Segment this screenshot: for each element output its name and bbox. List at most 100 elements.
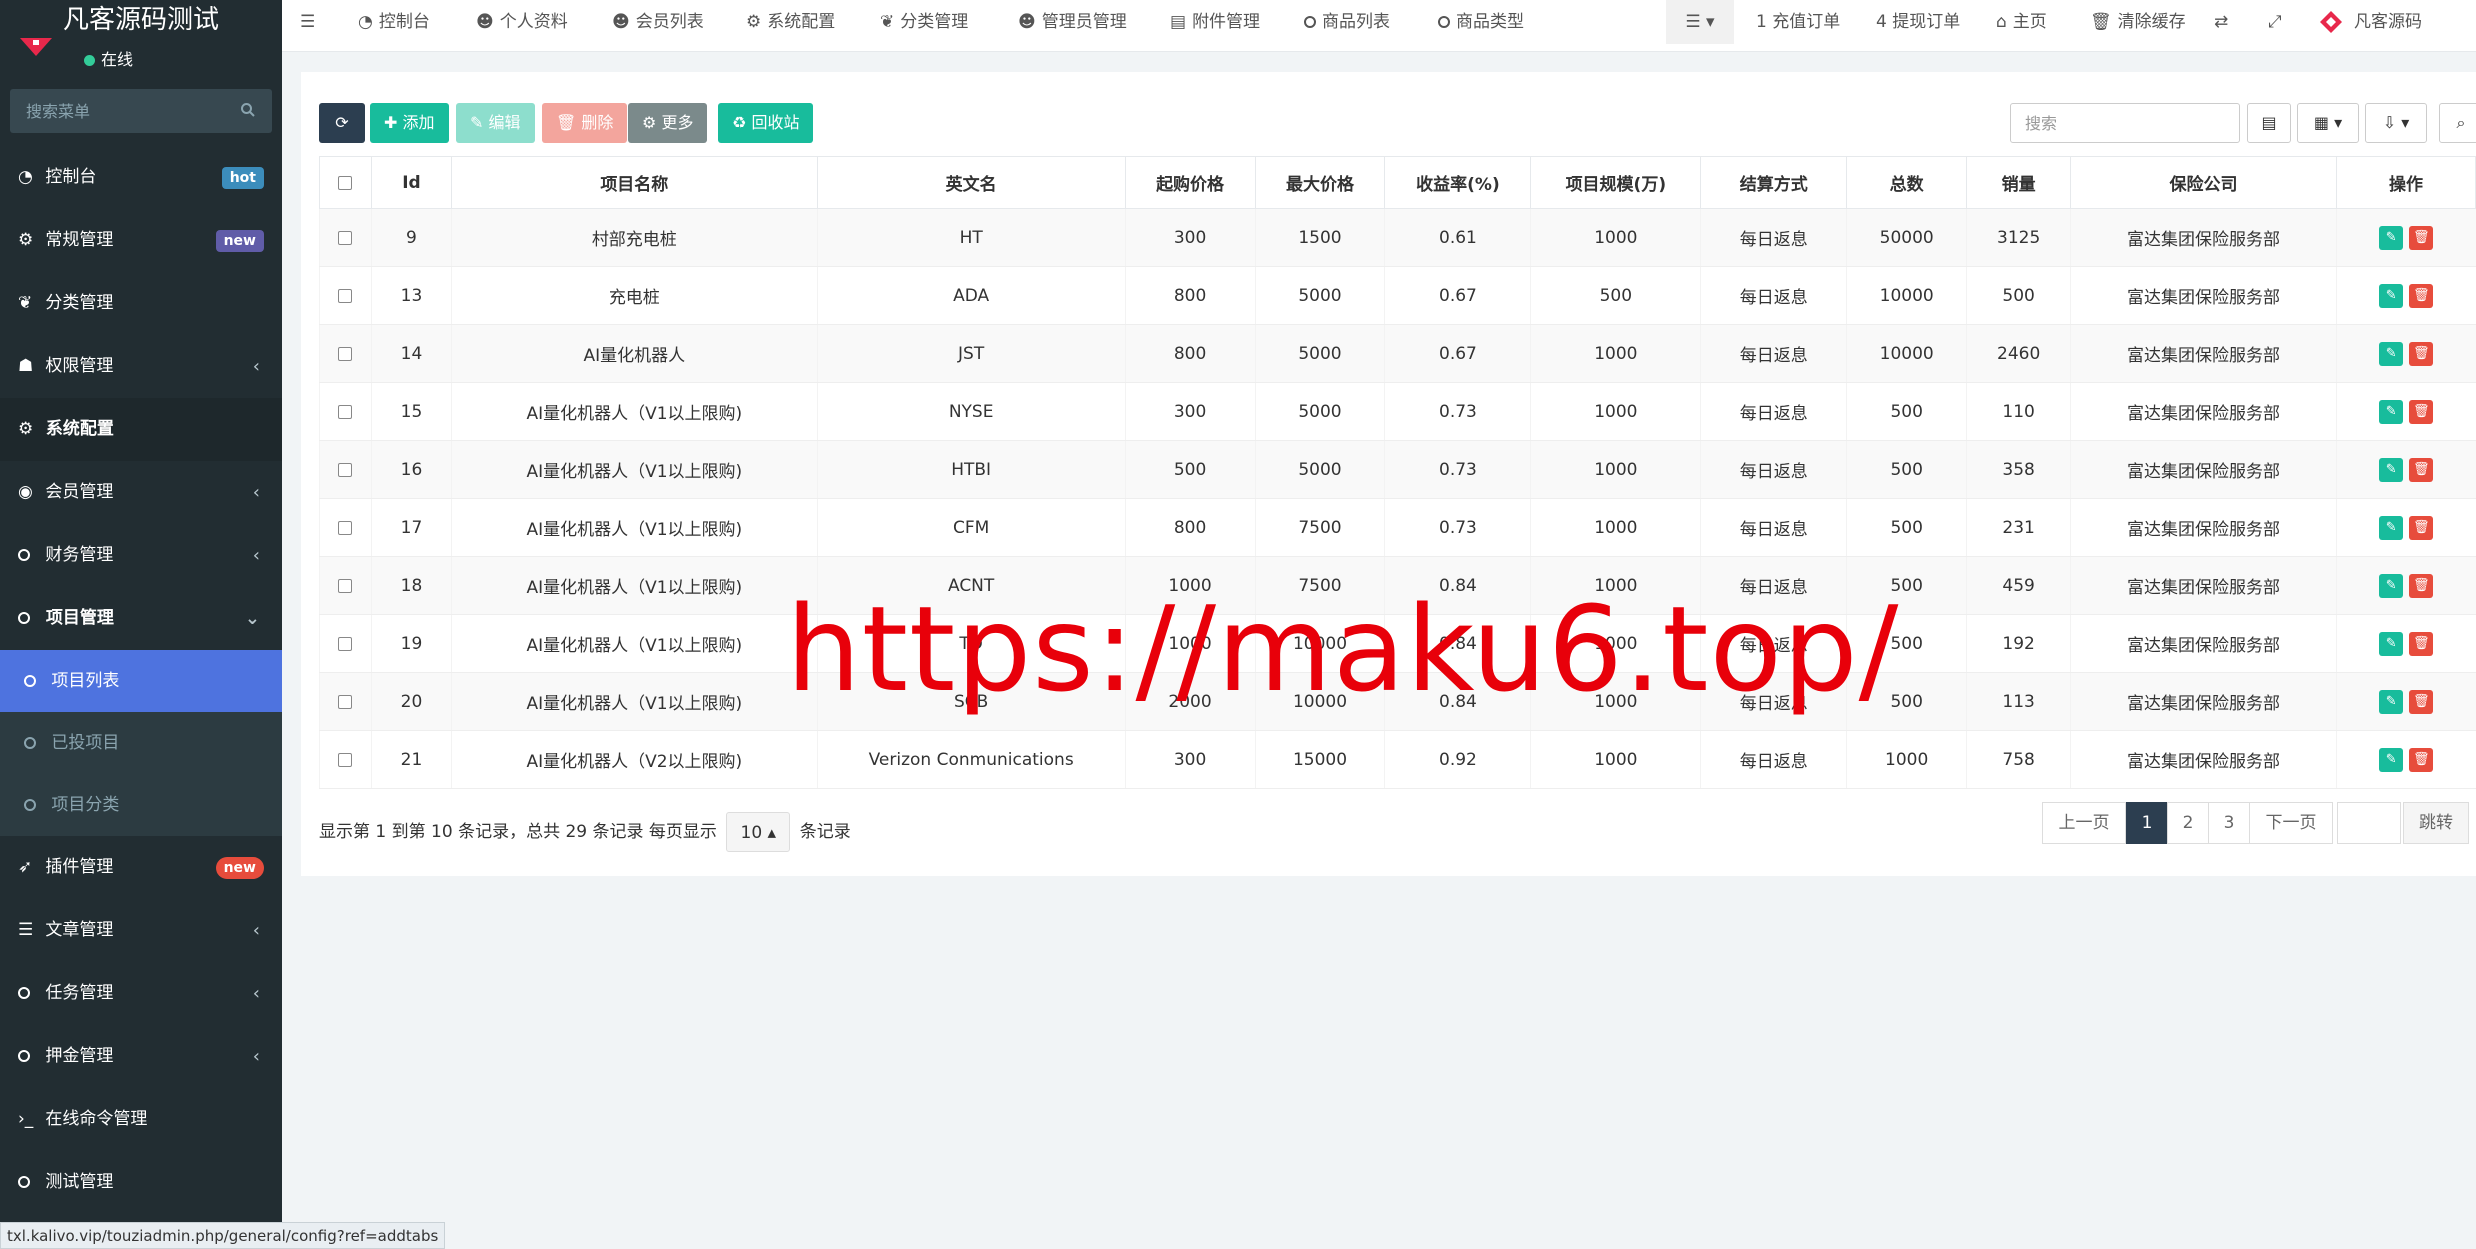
header-id[interactable]: Id — [370, 156, 452, 209]
recycle-bin-button[interactable]: ♻ 回收站 — [718, 103, 814, 143]
tabs-menu-dropdown[interactable]: ☰ ▾ — [1666, 0, 1734, 44]
prev-page-button[interactable]: 上一页 — [2042, 802, 2126, 844]
row-checkbox[interactable] — [338, 752, 353, 767]
header-max-price[interactable]: 最大价格 — [1254, 156, 1386, 209]
page-size-dropdown[interactable]: 10 ▴ — [726, 812, 791, 852]
row-edit-button[interactable]: ✎ — [2379, 631, 2404, 656]
row-edit-button[interactable]: ✎ — [2379, 225, 2404, 250]
page-3-button[interactable]: 3 — [2208, 802, 2250, 844]
row-select-cell[interactable] — [319, 266, 372, 325]
sidebar-item-deposit[interactable]: 押金管理 ‹ — [0, 1025, 282, 1088]
tab-system-config[interactable]: ⚙ 系统配置 — [746, 0, 835, 44]
row-delete-button[interactable]: 🗑 — [2409, 457, 2434, 482]
header-min-price[interactable]: 起购价格 — [1124, 156, 1256, 209]
row-edit-button[interactable]: ✎ — [2379, 399, 2404, 424]
language-button[interactable]: ⇄ — [2214, 0, 2228, 44]
row-edit-button[interactable]: ✎ — [2379, 283, 2404, 308]
table-row[interactable]: 15 AI量化机器人（V1以上限购) NYSE 300 5000 0.73 1000 每日返息… — [319, 382, 2476, 441]
select-all-cell[interactable] — [319, 156, 372, 209]
header-sales[interactable]: 销量 — [1966, 156, 2072, 209]
row-select-cell[interactable] — [319, 440, 372, 499]
add-button[interactable]: ✚ 添加 — [370, 103, 449, 143]
export-button[interactable]: ⇩ ▾ — [2365, 103, 2427, 143]
home-link[interactable]: ⌂ 主页 — [1996, 0, 2047, 44]
row-edit-button[interactable]: ✎ — [2379, 457, 2404, 482]
table-row[interactable]: 17 AI量化机器人（V1以上限购) CFM 800 7500 0.73 1000 每日返息 5… — [319, 498, 2476, 557]
delete-button[interactable]: 🗑 删除 — [542, 103, 628, 143]
row-edit-button[interactable]: ✎ — [2379, 747, 2404, 772]
tab-product-type[interactable]: 商品类型 — [1438, 0, 1524, 44]
sidebar-item-config[interactable]: ⚙ 系统配置 — [0, 398, 282, 461]
row-delete-button[interactable]: 🗑 — [2409, 341, 2434, 366]
row-delete-button[interactable]: 🗑 — [2409, 283, 2434, 308]
toggle-view-button[interactable]: ▤ — [2247, 103, 2291, 143]
row-checkbox[interactable] — [338, 288, 353, 303]
header-total[interactable]: 总数 — [1846, 156, 1968, 209]
brand-title[interactable]: 凡客源码测试 — [0, 0, 282, 40]
sidebar-subitem-invested[interactable]: 已投项目 — [0, 712, 282, 774]
row-checkbox[interactable] — [338, 462, 353, 477]
row-select-cell[interactable] — [319, 730, 372, 789]
row-checkbox[interactable] — [338, 520, 353, 535]
search-icon[interactable] — [240, 102, 256, 118]
sidebar-item-articles[interactable]: ☰ 文章管理 ‹ — [0, 899, 282, 962]
sidebar-item-plugins[interactable]: ➶ 插件管理 new — [0, 836, 282, 899]
row-delete-button[interactable]: 🗑 — [2409, 573, 2434, 598]
sidebar-item-command[interactable]: ›_ 在线命令管理 — [0, 1088, 282, 1151]
sidebar-item-auth[interactable]: ☗ 权限管理 ‹ — [0, 335, 282, 398]
table-row[interactable]: 21 AI量化机器人（V2以上限购) Verizon Conmunications 3… — [319, 730, 2476, 789]
page-2-button[interactable]: 2 — [2167, 802, 2209, 844]
row-checkbox[interactable] — [338, 230, 353, 245]
columns-button[interactable]: ▦ ▾ — [2297, 103, 2359, 143]
tab-admin[interactable]: ☻ 管理员管理 — [1018, 0, 1127, 44]
row-delete-button[interactable]: 🗑 — [2409, 225, 2434, 250]
header-yield[interactable]: 收益率(%) — [1384, 156, 1532, 209]
table-row[interactable]: 9 村部充电桩 HT 300 1500 0.61 1000 每日返息 50000 3125 富达集团… — [319, 208, 2476, 267]
row-checkbox[interactable] — [338, 636, 353, 651]
row-delete-button[interactable]: 🗑 — [2409, 515, 2434, 540]
tab-profile[interactable]: ☻ 个人资料 — [476, 0, 568, 44]
sidebar-toggle-button[interactable]: ☰ — [300, 0, 315, 44]
next-page-button[interactable]: 下一页 — [2249, 802, 2333, 844]
tab-product-list[interactable]: 商品列表 — [1304, 0, 1390, 44]
fullscreen-button[interactable]: ⤢ — [2268, 0, 2282, 44]
row-checkbox[interactable] — [338, 346, 353, 361]
header-settlement[interactable]: 结算方式 — [1700, 156, 1848, 209]
edit-button[interactable]: ✎ 编辑 — [456, 103, 535, 143]
row-select-cell[interactable] — [319, 556, 372, 615]
more-button[interactable]: ⚙ 更多 — [628, 103, 708, 143]
sidebar-item-member[interactable]: ◉ 会员管理 ‹ — [0, 461, 282, 524]
page-1-button[interactable]: 1 — [2126, 802, 2168, 844]
sidebar-item-project[interactable]: 项目管理 ⌄ — [0, 587, 282, 650]
sidebar-subitem-project-list[interactable]: 项目列表 — [0, 650, 282, 712]
tab-member-list[interactable]: ☻ 会员列表 — [612, 0, 704, 44]
user-menu[interactable]: 凡客源码 — [2318, 0, 2422, 44]
header-scale[interactable]: 项目规模(万) — [1530, 156, 1702, 209]
table-row[interactable]: 16 AI量化机器人（V1以上限购) HTBI 500 5000 0.73 1000 每日返息… — [319, 440, 2476, 499]
sidebar-item-dashboard[interactable]: ◔ 控制台 hot — [0, 146, 282, 209]
row-delete-button[interactable]: 🗑 — [2409, 631, 2434, 656]
row-delete-button[interactable]: 🗑 — [2409, 747, 2434, 772]
row-checkbox[interactable] — [338, 694, 353, 709]
row-edit-button[interactable]: ✎ — [2379, 689, 2404, 714]
table-row[interactable]: 13 充电桩 ADA 800 5000 0.67 500 每日返息 10000 500 富达集团保险… — [319, 266, 2476, 325]
table-row[interactable]: 14 AI量化机器人 JST 800 5000 0.67 1000 每日返息 10000 2460… — [319, 324, 2476, 383]
row-select-cell[interactable] — [319, 672, 372, 731]
row-delete-button[interactable]: 🗑 — [2409, 399, 2434, 424]
sidebar-item-test[interactable]: 测试管理 — [0, 1151, 282, 1214]
sidebar-item-finance[interactable]: 财务管理 ‹ — [0, 524, 282, 587]
recharge-orders-link[interactable]: 1 充值订单 — [1756, 0, 1840, 44]
tab-attachment[interactable]: ▤ 附件管理 — [1170, 0, 1260, 44]
tab-category[interactable]: ❦ 分类管理 — [880, 0, 968, 44]
row-select-cell[interactable] — [319, 382, 372, 441]
select-all-checkbox[interactable] — [338, 175, 353, 190]
table-search-input[interactable] — [2010, 103, 2240, 143]
row-checkbox[interactable] — [338, 404, 353, 419]
row-delete-button[interactable]: 🗑 — [2409, 689, 2434, 714]
refresh-button[interactable]: ⟳ — [319, 103, 365, 143]
withdraw-orders-link[interactable]: 4 提现订单 — [1876, 0, 1960, 44]
row-edit-button[interactable]: ✎ — [2379, 573, 2404, 598]
sidebar-item-tasks[interactable]: 任务管理 ‹ — [0, 962, 282, 1025]
header-insurer[interactable]: 保险公司 — [2070, 156, 2337, 209]
row-select-cell[interactable] — [319, 614, 372, 673]
